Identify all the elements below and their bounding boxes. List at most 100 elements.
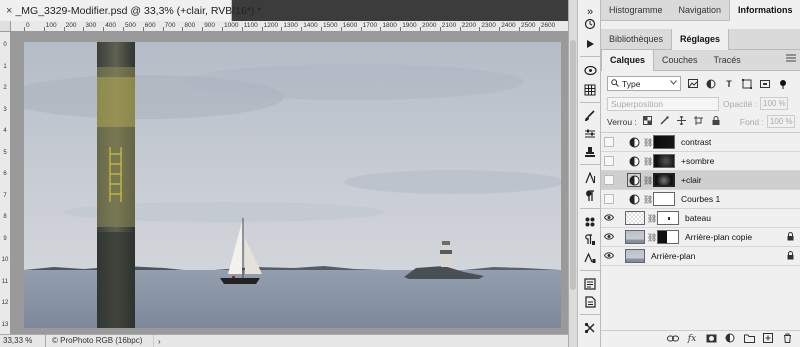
layer-mask-thumbnail[interactable] bbox=[653, 154, 675, 168]
layer-name[interactable]: bateau bbox=[685, 213, 711, 223]
visibility-toggle[interactable] bbox=[604, 175, 614, 185]
mask-link-icon[interactable]: ⛓ bbox=[643, 176, 653, 185]
paragraph-styles-icon[interactable] bbox=[581, 232, 599, 248]
eye-icon[interactable] bbox=[601, 213, 617, 223]
add-mask-icon[interactable] bbox=[704, 334, 718, 345]
ruler-tick-label: 500 bbox=[125, 22, 136, 29]
eye-icon[interactable] bbox=[601, 251, 617, 261]
clone-source-icon[interactable] bbox=[581, 144, 599, 160]
layer-thumbnail[interactable] bbox=[625, 211, 645, 225]
horizontal-ruler[interactable]: 0 100 200 300 400 500 600 700 800 900 1000 1100 1200… bbox=[11, 21, 568, 32]
filter-smart-object-icon[interactable] bbox=[759, 78, 771, 90]
layer-name[interactable]: Arrière-plan copie bbox=[685, 232, 752, 242]
layer-name[interactable]: +sombre bbox=[681, 156, 714, 166]
tab-histogramme[interactable]: Histogramme bbox=[601, 0, 671, 21]
tab-couches[interactable]: Couches bbox=[654, 50, 706, 71]
character-icon[interactable] bbox=[581, 170, 599, 186]
ruler-tick-mark bbox=[538, 27, 540, 31]
layer-name[interactable]: +clair bbox=[681, 175, 702, 185]
tool-presets-icon[interactable] bbox=[581, 320, 599, 336]
tab-traces[interactable]: Tracés bbox=[706, 50, 749, 71]
vertical-scrollbar[interactable] bbox=[568, 0, 577, 347]
layer-row-bateau[interactable]: ⛓ bateau bbox=[601, 209, 800, 228]
filter-pixel-icon[interactable] bbox=[687, 78, 699, 90]
layer-mask-thumbnail[interactable] bbox=[653, 173, 675, 187]
close-tab-icon[interactable]: × bbox=[6, 5, 12, 17]
layer-filter-select[interactable]: Type bbox=[607, 76, 681, 91]
brush-icon[interactable] bbox=[581, 108, 599, 124]
filter-toggle-icon[interactable] bbox=[777, 78, 789, 90]
glyphs-icon[interactable] bbox=[581, 214, 599, 230]
filter-shape-icon[interactable] bbox=[741, 78, 753, 90]
lock-artboard-icon[interactable] bbox=[693, 116, 705, 127]
ruler-origin[interactable] bbox=[0, 21, 11, 32]
layer-thumbnail[interactable] bbox=[625, 230, 645, 244]
mask-link-icon[interactable]: ⛓ bbox=[643, 138, 653, 147]
brush-settings-icon[interactable] bbox=[581, 126, 599, 142]
layer-row-arriere-plan-copie[interactable]: ⛓ Arrière-plan copie bbox=[601, 228, 800, 247]
notes-icon[interactable] bbox=[581, 294, 599, 310]
layer-mask-thumbnail[interactable] bbox=[657, 211, 679, 225]
layer-thumbnail[interactable] bbox=[625, 249, 645, 263]
layer-style-fx-icon[interactable]: fx bbox=[685, 334, 699, 344]
layer-row-clair[interactable]: ⛓ +clair bbox=[601, 171, 800, 190]
filter-adjustment-icon[interactable] bbox=[705, 78, 717, 90]
link-layers-icon[interactable] bbox=[666, 334, 680, 344]
layer-row-arriere-plan[interactable]: Arrière-plan bbox=[601, 247, 800, 266]
scrollbar-thumb[interactable] bbox=[570, 40, 576, 290]
mask-link-icon[interactable]: ⛓ bbox=[643, 195, 653, 204]
filter-type-icon[interactable]: T bbox=[723, 78, 735, 90]
mask-link-icon[interactable]: ⛓ bbox=[647, 214, 657, 223]
tab-navigation[interactable]: Navigation bbox=[671, 0, 730, 21]
layer-name[interactable]: contrast bbox=[681, 137, 711, 147]
visibility-toggle[interactable] bbox=[604, 156, 614, 166]
tab-bibliotheques[interactable]: Bibliothèques bbox=[601, 29, 671, 50]
layer-mask-thumbnail[interactable] bbox=[653, 192, 675, 206]
canvas-area[interactable] bbox=[11, 32, 568, 334]
layer-mask-thumbnail[interactable] bbox=[657, 230, 679, 244]
layer-row-courbes[interactable]: ⛓ Courbes 1 bbox=[601, 190, 800, 209]
lock-all-icon[interactable] bbox=[710, 116, 722, 127]
ruler-tick-mark bbox=[499, 27, 501, 31]
actions-play-icon[interactable] bbox=[581, 36, 599, 52]
blend-mode-select[interactable]: Superposition bbox=[607, 96, 719, 111]
tab-informations[interactable]: Informations bbox=[729, 0, 800, 21]
ruler-tick-mark bbox=[43, 27, 45, 31]
zoom-level-field[interactable]: 33,33 % bbox=[0, 334, 46, 347]
opacity-field[interactable]: 100 % bbox=[760, 97, 789, 110]
fill-field[interactable]: 100 % bbox=[766, 115, 795, 128]
layer-mask-thumbnail[interactable] bbox=[653, 135, 675, 149]
panel-menu-icon[interactable] bbox=[786, 54, 796, 64]
lock-transparency-icon[interactable] bbox=[642, 116, 654, 127]
grid-icon[interactable] bbox=[581, 82, 599, 98]
photo-canvas[interactable] bbox=[24, 42, 561, 328]
tab-calques[interactable]: Calques bbox=[601, 50, 655, 71]
3d-icon[interactable] bbox=[581, 62, 599, 78]
lock-pixels-icon[interactable] bbox=[659, 116, 671, 127]
mask-link-icon[interactable]: ⛓ bbox=[643, 157, 653, 166]
tab-reglages[interactable]: Réglages bbox=[671, 29, 730, 50]
toolstrip-divider bbox=[580, 208, 600, 209]
ruler-tick-label: 0 bbox=[26, 22, 30, 29]
eye-icon[interactable] bbox=[601, 232, 617, 242]
status-menu-arrow-icon[interactable]: › bbox=[154, 337, 161, 346]
layer-name[interactable]: Arrière-plan bbox=[651, 251, 695, 261]
layer-row-sombre[interactable]: ⛓ +sombre bbox=[601, 152, 800, 171]
visibility-toggle[interactable] bbox=[604, 194, 614, 204]
mask-link-icon[interactable]: ⛓ bbox=[647, 233, 657, 242]
new-adjustment-icon[interactable] bbox=[723, 333, 737, 345]
layer-name[interactable]: Courbes 1 bbox=[681, 194, 720, 204]
vertical-ruler[interactable]: 0 1 2 3 4 5 6 7 8 9 10 11 12 13 bbox=[0, 32, 11, 334]
layer-row-contrast[interactable]: ⛓ contrast bbox=[601, 133, 800, 152]
new-layer-icon[interactable] bbox=[761, 333, 775, 345]
lock-position-icon[interactable] bbox=[676, 115, 688, 127]
character-styles-icon[interactable] bbox=[581, 250, 599, 266]
delete-layer-trash-icon[interactable] bbox=[780, 333, 794, 345]
paragraph-icon[interactable] bbox=[581, 188, 599, 204]
new-group-folder-icon[interactable] bbox=[742, 334, 756, 345]
properties-icon[interactable] bbox=[581, 276, 599, 292]
ruler-tick-label: 9 bbox=[3, 235, 7, 242]
visibility-toggle[interactable] bbox=[604, 137, 614, 147]
document-tab[interactable]: × _MG_3329-Modifier.psd @ 33,3% (+clair,… bbox=[0, 0, 261, 21]
history-icon[interactable] bbox=[581, 16, 599, 32]
